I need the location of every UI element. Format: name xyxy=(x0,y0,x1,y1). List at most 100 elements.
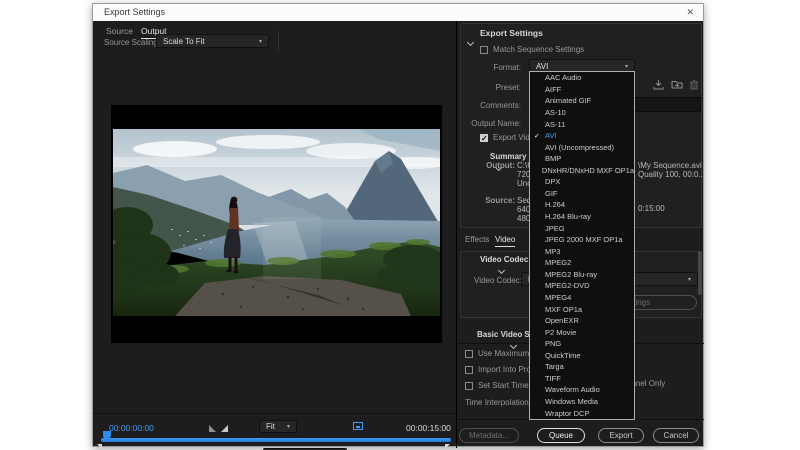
format-option-label: AAC Audio xyxy=(545,73,582,83)
format-option[interactable]: BMP xyxy=(530,153,634,165)
source-scaling-select[interactable]: Scale To Fit ▾ xyxy=(156,34,269,48)
export-settings-dialog: Export Settings ✕ Source Output Source S… xyxy=(92,3,704,450)
divider xyxy=(278,31,279,51)
format-option[interactable]: OpenEXR xyxy=(530,315,634,327)
format-option-label: MPEG4 xyxy=(545,292,572,302)
format-option[interactable]: Animated GIF xyxy=(530,95,634,107)
format-option[interactable]: Targa xyxy=(530,361,634,373)
queue-button[interactable]: Queue xyxy=(537,428,585,443)
format-option[interactable]: H.264 xyxy=(530,199,634,211)
format-option[interactable]: JPEG 2000 MXF OP1a xyxy=(530,234,634,246)
format-option[interactable]: MPEG2 Blu-ray xyxy=(530,269,634,281)
scrollbar-thumb[interactable] xyxy=(698,251,702,295)
format-option[interactable]: AS-10 xyxy=(530,107,634,119)
match-sequence-label: Match Sequence Settings xyxy=(493,45,585,54)
preview-video-frame[interactable] xyxy=(113,129,440,316)
format-option-label: AVI xyxy=(545,131,557,141)
preview-area xyxy=(111,105,442,343)
summary-line: 0:15:00 xyxy=(638,204,665,213)
format-option[interactable]: P2 Movie xyxy=(530,326,634,338)
set-out-point-icon[interactable] xyxy=(221,425,228,432)
set-start-timecode-checkbox[interactable] xyxy=(465,382,473,390)
current-timecode: 00:00:00:00 xyxy=(109,423,154,433)
close-icon[interactable]: ✕ xyxy=(686,4,694,21)
zoom-level-select[interactable]: Fit ▾ xyxy=(259,420,297,433)
match-sequence-checkbox[interactable] xyxy=(480,46,488,54)
format-option[interactable]: Windows Media xyxy=(530,396,634,408)
format-option[interactable]: MPEG4 xyxy=(530,292,634,304)
format-dropdown-list[interactable]: AAC Audio AIFF Animated GIF AS-10 AS-11 ✓ AVI A… xyxy=(529,71,635,420)
chevron-down-icon: ▾ xyxy=(624,63,628,70)
metadata-button[interactable]: Metadata... xyxy=(459,428,519,443)
use-max-render-checkbox[interactable] xyxy=(465,350,473,358)
summary-line: Quality 100, 00:0.. xyxy=(638,170,703,179)
format-option-label: MPEG2 Blu-ray xyxy=(545,269,598,279)
cancel-button[interactable]: Cancel xyxy=(653,428,699,443)
format-option-label: AS-11 xyxy=(545,119,566,129)
format-option-label: H.264 Blu-ray xyxy=(545,212,591,222)
summary-header: Summary xyxy=(490,152,527,161)
format-option[interactable]: AIFF xyxy=(530,84,634,96)
range-handle-left[interactable] xyxy=(97,444,102,449)
format-option-label: PNG xyxy=(545,339,562,349)
format-option[interactable]: Wraptor DCP xyxy=(530,407,634,419)
format-option[interactable]: DPX xyxy=(530,176,634,188)
output-name-label: Output Name: xyxy=(471,119,521,128)
format-option[interactable]: AVI (Uncompressed) xyxy=(530,141,634,153)
format-label: Format: xyxy=(493,63,521,72)
format-option[interactable]: MXF OP1a xyxy=(530,303,634,315)
preset-label: Preset: xyxy=(495,83,521,92)
screen: Export Settings ✕ Source Output Source S… xyxy=(0,0,800,450)
format-option[interactable]: ✓ AVI xyxy=(530,130,634,142)
export-button[interactable]: Export xyxy=(598,428,644,443)
range-handle-right[interactable] xyxy=(445,444,450,449)
format-option[interactable]: PNG xyxy=(530,338,634,350)
delete-preset-trash-icon[interactable] xyxy=(689,79,699,90)
time-interpolation-label: Time Interpolation: xyxy=(465,398,531,407)
dialog-title: Export Settings xyxy=(104,7,166,17)
save-preset-icon[interactable] xyxy=(653,79,664,90)
format-option[interactable]: QuickTime xyxy=(530,350,634,362)
timeline-divider xyxy=(93,413,456,414)
format-option[interactable]: MPEG2 xyxy=(530,257,634,269)
format-option-label: QuickTime xyxy=(545,350,581,360)
format-option[interactable]: DNxHR/DNxHD MXF OP1a xyxy=(530,165,634,177)
format-option[interactable]: AS-11 xyxy=(530,118,634,130)
export-video-checkbox[interactable]: ✓ xyxy=(480,134,488,143)
chevron-down-icon: ▾ xyxy=(258,38,262,45)
dialog-titlebar[interactable]: Export Settings ✕ xyxy=(93,4,703,21)
video-codec-label: Video Codec: xyxy=(474,276,522,285)
format-option[interactable]: TIFF xyxy=(530,373,634,385)
format-option[interactable]: AAC Audio xyxy=(530,72,634,84)
format-option-label: MP3 xyxy=(545,246,561,256)
tab-source[interactable]: Source xyxy=(106,26,133,38)
import-into-project-checkbox[interactable] xyxy=(465,366,473,374)
source-scaling-label: Source Scaling: xyxy=(104,38,161,47)
format-option-label: OpenEXR xyxy=(545,316,579,326)
format-option[interactable]: JPEG xyxy=(530,222,634,234)
format-option-label: GIF xyxy=(545,188,558,198)
tab-effects[interactable]: Effects xyxy=(465,235,489,246)
tab-video[interactable]: Video xyxy=(495,235,516,247)
chevron-down-icon: ▾ xyxy=(687,276,691,283)
format-option-label: DNxHR/DNxHD MXF OP1a xyxy=(541,165,634,175)
format-option[interactable]: H.264 Blu-ray xyxy=(530,211,634,223)
format-option-label: Windows Media xyxy=(545,397,598,407)
summary-output-label: Output: xyxy=(486,161,515,170)
import-preset-folder-icon[interactable] xyxy=(671,79,683,90)
crop-icon[interactable] xyxy=(353,422,363,430)
duration-timecode: 00:00:15:00 xyxy=(406,423,451,433)
format-option[interactable]: Waveform Audio xyxy=(530,384,634,396)
format-option[interactable]: MPEG2-DVD xyxy=(530,280,634,292)
set-in-point-icon[interactable] xyxy=(209,425,216,432)
format-option[interactable]: MP3 xyxy=(530,245,634,257)
format-option[interactable]: GIF xyxy=(530,188,634,200)
summary-line: \My Sequence.avi xyxy=(638,161,702,170)
timeline-scrubber[interactable] xyxy=(101,438,451,442)
checkmark-icon: ✓ xyxy=(534,132,540,140)
preview-scene xyxy=(113,129,440,316)
format-option-label: BMP xyxy=(545,154,562,164)
format-option-label: MXF OP1a xyxy=(545,304,583,314)
format-option-label: AVI (Uncompressed) xyxy=(545,142,615,152)
format-option-label: TIFF xyxy=(545,373,561,383)
